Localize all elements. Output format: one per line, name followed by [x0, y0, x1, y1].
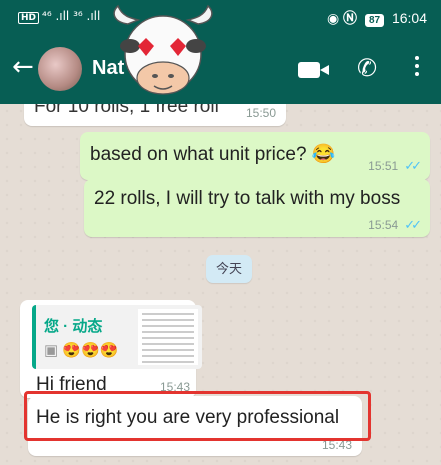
shared-moment-card[interactable]: 您 · 动态 ▣ 😍😍😍 [32, 305, 202, 369]
network-signal: HD ⁴⁶ .ıll ³⁶ .ıll [18, 9, 100, 24]
image-icon: ▣ [44, 342, 59, 359]
eye-icon: ◉ [326, 10, 340, 26]
more-vert-icon[interactable] [415, 56, 419, 80]
message-outgoing[interactable]: 22 rolls, I will try to talk with my bos… [84, 179, 430, 237]
clock: 16:04 [391, 10, 427, 26]
arrow-left-icon[interactable]: ← [12, 54, 34, 80]
phone-icon[interactable]: ✆ [357, 54, 377, 83]
battery-indicator: 87 [364, 14, 385, 27]
message-incoming[interactable]: For 10 rolls, 1 free roll 15:50 [24, 104, 286, 126]
card-emojis: ▣ 😍😍😍 [44, 342, 119, 359]
highlight-annotation [24, 391, 371, 441]
card-title: 您 · 动态 [44, 318, 103, 335]
video-call-icon[interactable] [298, 62, 329, 78]
nfc-icon: Ⓝ [343, 10, 358, 26]
read-receipt-icon: ✓✓ [404, 158, 422, 173]
hd-badge: HD [18, 12, 40, 24]
message-outgoing[interactable]: based on what unit price? 😂 15:51 ✓✓ [80, 132, 430, 180]
status-bar: HD ⁴⁶ .ıll ³⁶ .ıll ◉ Ⓝ 87 16:04 [0, 0, 441, 36]
avatar[interactable] [38, 47, 82, 91]
cow-sticker [113, 4, 213, 95]
read-receipt-icon: ✓✓ [404, 217, 422, 232]
date-divider: 今天 [206, 255, 252, 283]
chat-header: ← Nat erz ✆ [0, 36, 441, 104]
message-incoming-shared[interactable]: 您 · 动态 ▣ 😍😍😍 Hi friend 15:43 [20, 300, 202, 398]
card-thumbnail [138, 309, 198, 365]
status-right: ◉ Ⓝ 87 16:04 [327, 8, 427, 28]
